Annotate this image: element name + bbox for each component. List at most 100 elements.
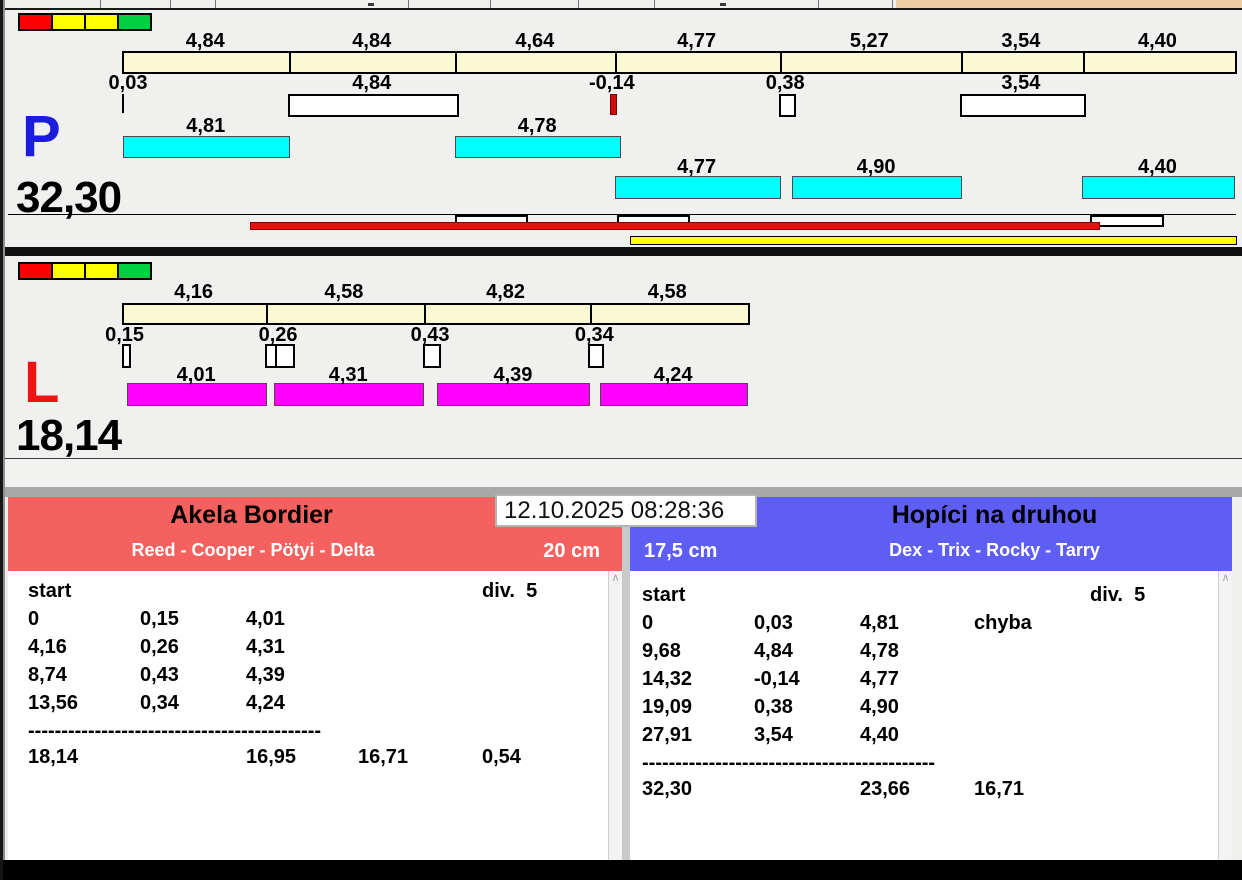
toolbar-button-edge[interactable] [490,0,491,8]
table-cell: 4,81 [860,612,899,634]
split-time-label: 4,16 [174,281,214,303]
crossing-negative-box [609,94,617,115]
crossing-box [422,344,442,368]
traffic-light-p [18,13,152,31]
dog-time-label: 4,40 [1137,156,1177,178]
dog-time-label: 4,01 [176,364,216,386]
split-segment [457,53,618,72]
traffic-cell [53,264,84,278]
table-cell: 14,32 [642,668,693,690]
dog-time-label: 4,90 [856,156,896,178]
split-time-label: 4,40 [1137,30,1177,52]
table-cell: 0,34 [140,692,179,714]
table-total-cell: 18,14 [28,746,79,768]
table-cell: 4,40 [860,724,899,746]
table-cell: 9,68 [642,640,681,662]
table-total-cell: 23,66 [860,778,911,800]
crossing-time-label: 4,84 [352,72,392,94]
toolbar-button-edge[interactable] [100,0,101,8]
lane-letter-p: P [22,104,61,169]
datetime-display: 12.10.2025 08:28:36 [495,494,757,527]
split-time-label: 4,82 [486,281,526,303]
toolbar-button-edge[interactable] [215,0,216,8]
toolbar-button-edge[interactable] [578,0,579,8]
toolbar-caret-icon[interactable] [368,3,374,6]
split-segment-bar [122,303,751,325]
dog-time-bar [454,136,622,158]
traffic-cell [53,15,84,29]
team-name-left: Akela Bordier [170,501,333,529]
scroll-up-icon[interactable]: ∧ [1219,571,1232,585]
table-cell: 4,01 [246,608,285,630]
dog-time-label: 4,78 [517,115,557,137]
toolbar-button-edge[interactable] [170,0,171,8]
traffic-cell [20,264,51,278]
split-segment [592,305,748,323]
table-cell: 3,54 [754,724,793,746]
center-divider [622,497,630,860]
table-cell: 4,16 [28,636,67,658]
table-start-label: start [642,584,686,606]
dog-time-bar [1081,176,1236,199]
traffic-cell [86,15,117,29]
traffic-cell [86,264,117,278]
split-segment [426,305,592,323]
crossing-box [778,94,796,117]
table-cell: 4,31 [246,636,285,658]
dog-time-label: 4,31 [328,364,368,386]
crossing-time-label: 0,15 [105,324,145,346]
crossing-box [959,94,1086,117]
table-cell: -0,14 [754,668,800,690]
crossing-time-label: 0,43 [410,324,450,346]
toolbar-button-edge[interactable] [892,0,893,8]
table-total-cell: 16,71 [358,746,409,768]
toolbar-button-edge[interactable] [408,0,409,8]
table-cell: 4,84 [754,640,793,662]
table-cell: 0,38 [754,696,793,718]
split-time-label: 4,58 [324,281,364,303]
crossing-box-divider [275,346,278,366]
split-time-label: 4,84 [352,30,392,52]
result-table-left: start div. 5 0 0,15 4,01 4,16 0,26 4,31 8,74 0,… [8,571,622,860]
dog-time-label: 4,39 [493,364,533,386]
table-cell: 0 [642,612,654,634]
table-cell: 4,78 [860,640,899,662]
crossing-time-label: 0,03 [108,72,148,94]
table-separator: ----------------------------------------… [642,752,936,774]
table-total-cell: 16,71 [974,778,1025,800]
scroll-up-icon[interactable]: ∧ [609,571,622,585]
team-name-right: Hopíci na druhou [891,501,1098,529]
crossing-box [588,344,605,368]
crossing-time-label: 3,54 [1001,72,1041,94]
dog-time-bar [123,136,291,158]
judge-mark-box [1090,215,1164,227]
toolbar-tan-area [896,0,1242,8]
table-cell: 4,39 [246,664,285,686]
table-cell: 8,74 [28,664,67,686]
dog-time-bar [791,176,963,199]
toolbar-button-edge[interactable] [818,0,819,8]
crossing-box [288,94,459,117]
traffic-cell [119,264,150,278]
toolbar-caret-icon[interactable] [720,3,726,6]
split-segment [617,53,782,72]
table-start-label: start [28,580,72,602]
table-cell: 4,77 [860,668,899,690]
team-dogs-left: Reed - Cooper - Pötyi - Delta [131,540,375,560]
split-segment [782,53,964,72]
footer-bar [0,860,1242,880]
lane-total-l: 18,14 [16,411,122,460]
dog-time-bar [614,176,781,199]
scrollbar-right[interactable]: ∧ [1218,571,1232,860]
toolbar-button-edge[interactable] [654,0,655,8]
scrollbar-left[interactable]: ∧ [608,571,622,860]
split-segment [268,305,426,323]
table-div-label: div. 5 [1090,584,1146,606]
timing-app-window: P 32,30 4,84 4,84 4,64 4,77 5,27 3,54 4,40 0,03… [0,0,1242,880]
jump-height-left: 20 cm [543,540,600,562]
table-total-cell: 16,95 [246,746,297,768]
split-segment-bar [122,51,1238,74]
table-total-cell: 32,30 [642,778,693,800]
table-total-cell: 0,54 [482,746,521,768]
split-time-label: 4,77 [677,30,717,52]
